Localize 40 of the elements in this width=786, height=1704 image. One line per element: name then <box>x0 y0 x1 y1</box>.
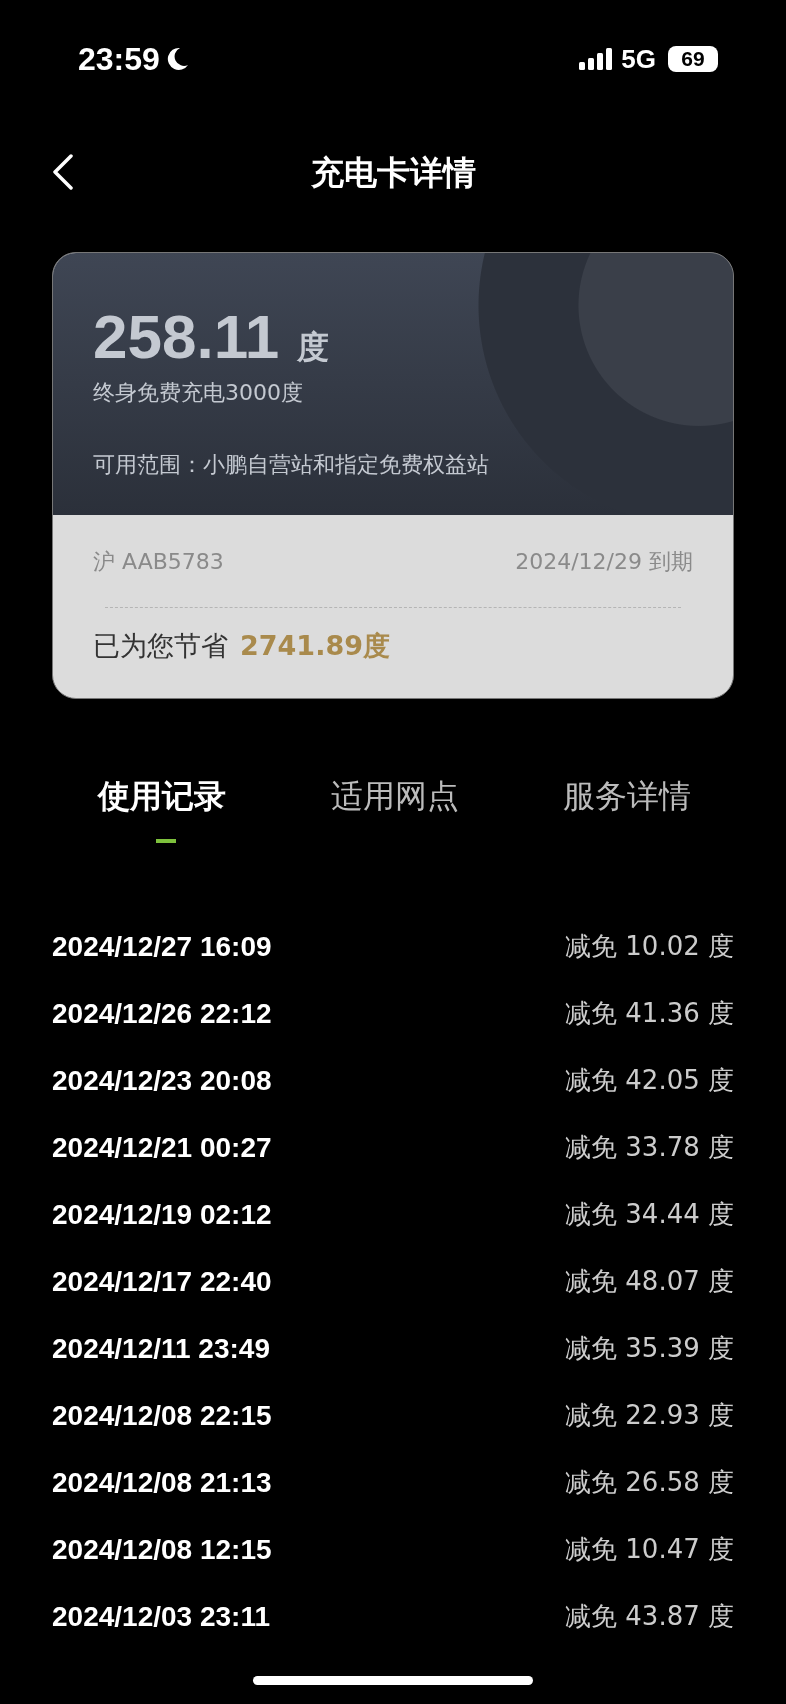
record-amount: 减免 42.05 度 <box>565 1064 734 1097</box>
record-time: 2024/12/11 23:49 <box>52 1332 270 1365</box>
back-button[interactable] <box>52 154 74 190</box>
record-amount: 减免 33.78 度 <box>565 1131 734 1164</box>
record-time: 2024/12/21 00:27 <box>52 1131 272 1164</box>
tab[interactable]: 适用网点 <box>330 775 459 843</box>
tab[interactable]: 服务详情 <box>563 775 691 843</box>
plate-number: 沪 AAB5783 <box>93 548 224 576</box>
balance-value: 258.11 <box>93 301 280 372</box>
record-amount: 减免 41.36 度 <box>565 997 734 1030</box>
network-label: 5G <box>621 43 656 75</box>
moon-icon <box>165 46 190 72</box>
expiry-date: 2024/12/29 到期 <box>515 548 693 576</box>
card-subtitle: 终身免费充电3000度 <box>93 379 304 407</box>
record-time: 2024/12/23 20:08 <box>52 1064 272 1097</box>
tab[interactable]: 使用记录 <box>98 775 226 843</box>
record-amount: 减免 48.07 度 <box>565 1265 734 1298</box>
record-amount: 减免 10.47 度 <box>565 1533 734 1566</box>
record-amount: 减免 35.39 度 <box>565 1332 734 1365</box>
record-amount: 减免 34.44 度 <box>565 1198 734 1231</box>
balance-unit: 度 <box>297 327 330 368</box>
savings-value: 2741.89度 <box>240 629 390 663</box>
record-time: 2024/12/26 22:12 <box>52 997 272 1030</box>
page-title: 充电卡详情 <box>310 151 476 194</box>
record-time: 2024/12/19 02:12 <box>52 1198 272 1231</box>
record-amount: 减免 10.02 度 <box>565 930 734 963</box>
record-amount: 减免 26.58 度 <box>565 1466 734 1499</box>
record-time: 2024/12/08 21:13 <box>52 1466 272 1499</box>
record-time: 2024/12/08 12:15 <box>52 1533 272 1566</box>
signal-icon <box>579 48 614 70</box>
record-amount: 减免 22.93 度 <box>565 1399 734 1432</box>
record-time: 2024/12/08 22:15 <box>52 1399 272 1432</box>
status-time: 23:59 <box>78 40 160 78</box>
record-time: 2024/12/27 16:09 <box>52 930 272 963</box>
record-time: 2024/12/03 23:11 <box>52 1600 270 1633</box>
record-amount: 减免 43.87 度 <box>565 1600 734 1633</box>
savings-label: 已为您节省 <box>93 629 228 663</box>
record-time: 2024/12/17 22:40 <box>52 1265 272 1298</box>
battery-icon: 69 <box>668 46 718 72</box>
usage-scope: 可用范围：小鹏自营站和指定免费权益站 <box>93 451 490 479</box>
